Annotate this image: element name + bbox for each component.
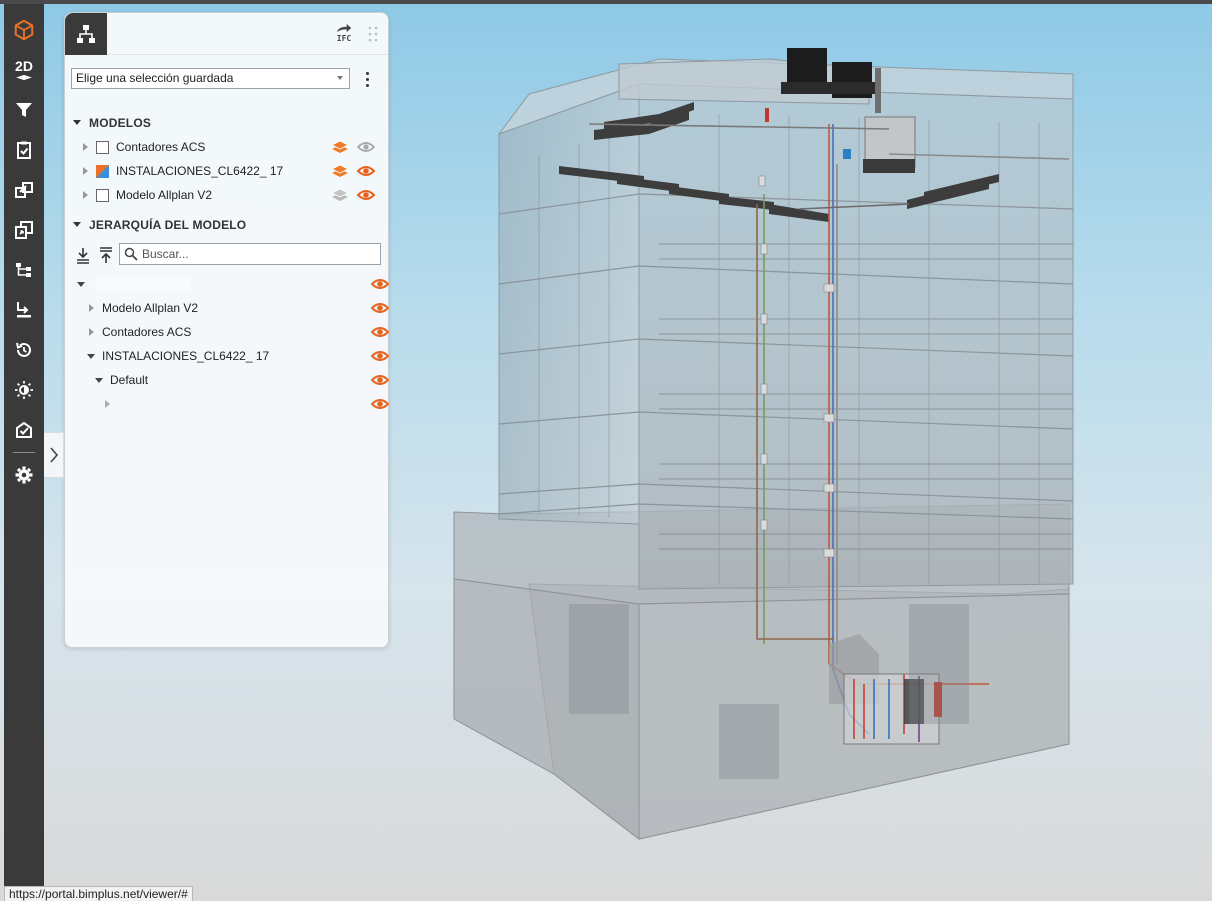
model-checkbox-partial[interactable] bbox=[96, 164, 109, 178]
clipboard-button[interactable] bbox=[4, 130, 44, 170]
eye-visible-icon[interactable] bbox=[357, 164, 375, 178]
tree-label: Default bbox=[110, 373, 149, 387]
gear-icon bbox=[15, 466, 33, 484]
filter-icon bbox=[16, 103, 32, 117]
copy-arrow-button[interactable] bbox=[4, 170, 44, 210]
models-section-header[interactable]: MODELOS bbox=[73, 116, 151, 130]
caret-right-icon[interactable] bbox=[83, 143, 88, 151]
model-checkbox[interactable] bbox=[96, 188, 109, 202]
layers-icon[interactable] bbox=[331, 139, 349, 155]
saved-selection-dropdown[interactable]: Elige una selección guardada bbox=[71, 68, 350, 89]
chevron-right-icon bbox=[49, 447, 58, 463]
hierarchy-button[interactable] bbox=[4, 250, 44, 290]
model-row-instalaciones[interactable]: INSTALACIONES_CL6422_ 17 bbox=[83, 160, 383, 182]
eye-visible-icon[interactable] bbox=[371, 397, 389, 411]
tree-toolbar bbox=[73, 243, 383, 267]
model-label: Modelo Allplan V2 bbox=[116, 188, 213, 202]
caret-down-icon[interactable] bbox=[95, 377, 103, 383]
caret-down-icon bbox=[73, 120, 81, 126]
eye-visible-icon[interactable] bbox=[371, 373, 389, 387]
eye-visible-icon[interactable] bbox=[371, 277, 389, 291]
tree-label: Contadores ACS bbox=[102, 325, 192, 339]
model-row-contadores[interactable]: Contadores ACS bbox=[83, 136, 383, 158]
model-label: INSTALACIONES_CL6422_ 17 bbox=[116, 164, 284, 178]
tree-label: Modelo Allplan V2 bbox=[102, 301, 199, 315]
tree-row-allplan[interactable]: Modelo Allplan V2 bbox=[77, 297, 389, 319]
status-url-tooltip: https://portal.bimplus.net/viewer/# bbox=[4, 886, 193, 901]
chevron-down-icon bbox=[337, 76, 343, 80]
caret-right-icon[interactable] bbox=[105, 400, 110, 408]
copy-out-button[interactable] bbox=[4, 210, 44, 250]
panel-expand-handle[interactable] bbox=[44, 432, 64, 478]
tree-label-redacted bbox=[95, 278, 190, 290]
hierarchy-icon bbox=[16, 263, 31, 277]
search-field[interactable] bbox=[119, 243, 381, 265]
side-panel: IFC Elige una selección guardada MODELOS… bbox=[64, 12, 389, 648]
tree-row-instalaciones[interactable]: INSTALACIONES_CL6422_ 17 bbox=[77, 345, 389, 367]
filter-button[interactable] bbox=[4, 90, 44, 130]
ifc-export-button[interactable]: IFC bbox=[333, 23, 355, 47]
check-shield-button[interactable] bbox=[4, 410, 44, 450]
more-options-button[interactable] bbox=[361, 68, 373, 90]
model-row-allplan[interactable]: Modelo Allplan V2 bbox=[83, 184, 383, 206]
search-input[interactable] bbox=[142, 246, 374, 262]
tree-move-button[interactable] bbox=[4, 290, 44, 330]
model-label: Contadores ACS bbox=[116, 140, 206, 154]
model-tree-icon bbox=[77, 25, 95, 43]
eye-visible-icon[interactable] bbox=[357, 188, 375, 202]
brightness-button[interactable] bbox=[4, 370, 44, 410]
toolbar-divider bbox=[13, 452, 35, 453]
history-icon bbox=[16, 342, 31, 357]
2d-button[interactable]: 2D bbox=[4, 50, 44, 90]
left-toolbar: 2D bbox=[4, 4, 44, 901]
model-checkbox[interactable] bbox=[96, 140, 109, 154]
eye-hidden-icon[interactable] bbox=[357, 140, 375, 154]
copy-arrow-icon bbox=[15, 182, 33, 198]
caret-right-icon[interactable] bbox=[89, 328, 94, 336]
3d-viewport[interactable] bbox=[389, 4, 1212, 901]
eye-visible-icon[interactable] bbox=[371, 349, 389, 363]
share-arrow-icon bbox=[336, 24, 352, 33]
tree-row-child[interactable] bbox=[77, 393, 389, 415]
tree-row-default[interactable]: Default bbox=[77, 369, 389, 391]
layers-icon[interactable] bbox=[331, 163, 349, 179]
panel-header: IFC bbox=[65, 13, 388, 55]
search-icon bbox=[124, 247, 138, 261]
hierarchy-section-header[interactable]: JERARQUÍA DEL MODELO bbox=[73, 218, 246, 232]
clipboard-check-icon bbox=[17, 141, 31, 159]
drag-grip-icon[interactable] bbox=[367, 25, 379, 43]
hierarchy-section-title: JERARQUÍA DEL MODELO bbox=[89, 218, 247, 232]
caret-right-icon[interactable] bbox=[83, 191, 88, 199]
tree-label: INSTALACIONES_CL6422_ 17 bbox=[102, 349, 270, 363]
ifc-label: IFC bbox=[336, 34, 352, 43]
bimplus-logo-icon[interactable] bbox=[4, 10, 44, 50]
2d-icon bbox=[16, 74, 32, 80]
tree-move-icon bbox=[17, 302, 31, 318]
check-shield-icon bbox=[16, 421, 32, 438]
layers-inactive-icon[interactable] bbox=[331, 187, 349, 203]
copy-out-icon bbox=[15, 221, 33, 239]
saved-selection-row: Elige una selección guardada bbox=[71, 68, 381, 90]
eye-visible-icon[interactable] bbox=[371, 301, 389, 315]
tree-row-contadores[interactable]: Contadores ACS bbox=[77, 321, 389, 343]
expand-all-icon[interactable] bbox=[75, 246, 91, 264]
caret-down-icon[interactable] bbox=[87, 353, 95, 359]
building-model-render bbox=[453, 48, 1074, 841]
caret-down-icon[interactable] bbox=[77, 281, 85, 287]
caret-right-icon[interactable] bbox=[89, 304, 94, 312]
saved-selection-value: Elige una selección guardada bbox=[76, 71, 234, 85]
collapse-all-icon[interactable] bbox=[98, 246, 114, 264]
2d-label: 2D bbox=[15, 57, 33, 74]
tree-row-root[interactable] bbox=[77, 273, 389, 295]
caret-down-icon bbox=[73, 222, 81, 228]
history-button[interactable] bbox=[4, 330, 44, 370]
eye-visible-icon[interactable] bbox=[371, 325, 389, 339]
brightness-icon bbox=[15, 381, 33, 399]
tab-model-tree[interactable] bbox=[65, 13, 107, 55]
caret-right-icon[interactable] bbox=[83, 167, 88, 175]
models-section-title: MODELOS bbox=[89, 116, 152, 130]
settings-button[interactable] bbox=[4, 455, 44, 495]
